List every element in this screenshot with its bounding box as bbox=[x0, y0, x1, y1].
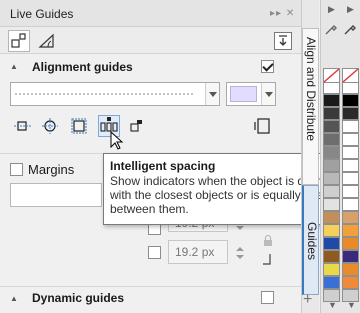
lock-icon[interactable] bbox=[262, 234, 274, 248]
collapse-caret-icon[interactable]: ▲ bbox=[10, 62, 18, 71]
docker-titlebar: Live Guides ▸▸ ✕ bbox=[0, 0, 301, 27]
margins-preset-field[interactable] bbox=[10, 183, 102, 207]
color-swatch[interactable] bbox=[342, 120, 359, 133]
page-alignment-button[interactable] bbox=[252, 115, 274, 137]
color-swatch[interactable] bbox=[342, 159, 359, 172]
dynamic-guides-title: Dynamic guides bbox=[32, 291, 125, 305]
color-swatch[interactable] bbox=[342, 224, 359, 237]
guides-tab[interactable] bbox=[8, 30, 30, 52]
guide-line-style-dropdown[interactable] bbox=[10, 82, 220, 106]
tab-guides[interactable]: Guides bbox=[302, 185, 319, 295]
color-swatch[interactable] bbox=[323, 185, 340, 198]
dynamic-guides-header[interactable]: ▲ Dynamic guides bbox=[0, 287, 301, 312]
center-alignment-icon bbox=[42, 118, 58, 134]
eyedropper-icon-2[interactable] bbox=[343, 22, 357, 36]
alignment-guides-header[interactable]: ▲ Alignment guides bbox=[0, 55, 301, 80]
docker-title: Live Guides bbox=[10, 7, 74, 21]
palette-scroll-up-icon-2[interactable]: ▶ bbox=[347, 4, 354, 15]
no-color-icon[interactable] bbox=[342, 68, 359, 83]
angle-tab-icon bbox=[38, 33, 54, 48]
titlebar-buttons[interactable]: ▸▸ ✕ bbox=[270, 8, 295, 19]
color-swatch[interactable] bbox=[323, 211, 340, 224]
center-alignment-button[interactable] bbox=[40, 115, 62, 137]
margins-checkbox[interactable] bbox=[10, 163, 23, 176]
color-swatch[interactable] bbox=[323, 263, 340, 276]
color-swatch[interactable] bbox=[342, 146, 359, 159]
margin-value-field-bottom[interactable]: 19.2 px bbox=[168, 240, 228, 264]
angle-tab[interactable] bbox=[36, 30, 58, 52]
margin-spin-bottom[interactable] bbox=[236, 243, 244, 261]
color-swatch[interactable] bbox=[342, 276, 359, 289]
tab-align-label: Align and Distribute bbox=[304, 37, 318, 142]
collapse-caret-icon[interactable]: ▲ bbox=[10, 294, 18, 303]
color-palette: ▶ ▶ ▼ ▼ bbox=[320, 0, 360, 313]
color-swatch[interactable] bbox=[323, 276, 340, 289]
add-docker-tab-icon[interactable]: + bbox=[303, 291, 312, 309]
color-swatch[interactable] bbox=[323, 159, 340, 172]
color-swatch[interactable] bbox=[323, 120, 340, 133]
color-swatch[interactable] bbox=[323, 237, 340, 250]
color-swatch[interactable] bbox=[323, 224, 340, 237]
mouse-cursor-icon bbox=[110, 131, 124, 150]
palette-scroll-up-icon[interactable]: ▶ bbox=[328, 4, 335, 15]
object-bounds-icon bbox=[71, 118, 87, 134]
dashed-line-preview bbox=[15, 93, 195, 95]
chevron-down-icon[interactable] bbox=[261, 83, 275, 105]
color-swatch[interactable] bbox=[323, 94, 340, 107]
color-swatch[interactable] bbox=[342, 198, 359, 211]
color-swatch[interactable] bbox=[342, 172, 359, 185]
color-swatch[interactable] bbox=[342, 185, 359, 198]
margins-label: Margins bbox=[28, 162, 75, 177]
color-swatch[interactable] bbox=[342, 250, 359, 263]
docker-options-icon[interactable] bbox=[274, 32, 292, 50]
color-swatch[interactable] bbox=[342, 237, 359, 250]
tab-align-and-distribute[interactable]: Align and Distribute bbox=[302, 28, 319, 185]
edge-alignment-button[interactable] bbox=[12, 115, 34, 137]
alignment-guides-title: Alignment guides bbox=[32, 60, 133, 74]
margin-side-checkbox[interactable] bbox=[148, 246, 161, 259]
guides-tab-icon bbox=[11, 33, 26, 48]
color-swatch[interactable] bbox=[342, 211, 359, 224]
color-swatch[interactable] bbox=[323, 250, 340, 263]
intelligent-dimensioning-icon bbox=[130, 120, 142, 132]
color-swatch[interactable] bbox=[323, 198, 340, 211]
guide-color-swatch bbox=[230, 86, 257, 102]
color-swatch[interactable] bbox=[342, 94, 359, 107]
intelligent-dimensioning-button[interactable] bbox=[126, 115, 148, 137]
color-swatch[interactable] bbox=[342, 107, 359, 120]
dynamic-guides-checkbox[interactable] bbox=[261, 291, 274, 304]
eyedropper-icon[interactable] bbox=[324, 22, 338, 36]
color-swatch[interactable] bbox=[323, 133, 340, 146]
guide-color-dropdown[interactable] bbox=[226, 82, 276, 106]
palette-scroll-down-icon-2[interactable]: ▼ bbox=[347, 300, 356, 310]
chevron-down-icon[interactable] bbox=[205, 83, 219, 105]
color-swatch[interactable] bbox=[323, 172, 340, 185]
margin-bracket-icon bbox=[263, 254, 271, 265]
color-swatch[interactable] bbox=[323, 107, 340, 120]
object-bounds-button[interactable] bbox=[68, 115, 90, 137]
alignment-guides-checkbox[interactable] bbox=[261, 60, 274, 73]
color-swatch[interactable] bbox=[342, 133, 359, 146]
palette-scroll-down-icon[interactable]: ▼ bbox=[328, 300, 337, 310]
page-alignment-icon bbox=[254, 118, 270, 134]
color-swatch[interactable] bbox=[323, 146, 340, 159]
tab-guides-label: Guides bbox=[305, 222, 319, 261]
no-color-icon[interactable] bbox=[323, 68, 340, 83]
edge-alignment-icon bbox=[14, 121, 32, 131]
color-swatch[interactable] bbox=[342, 263, 359, 276]
